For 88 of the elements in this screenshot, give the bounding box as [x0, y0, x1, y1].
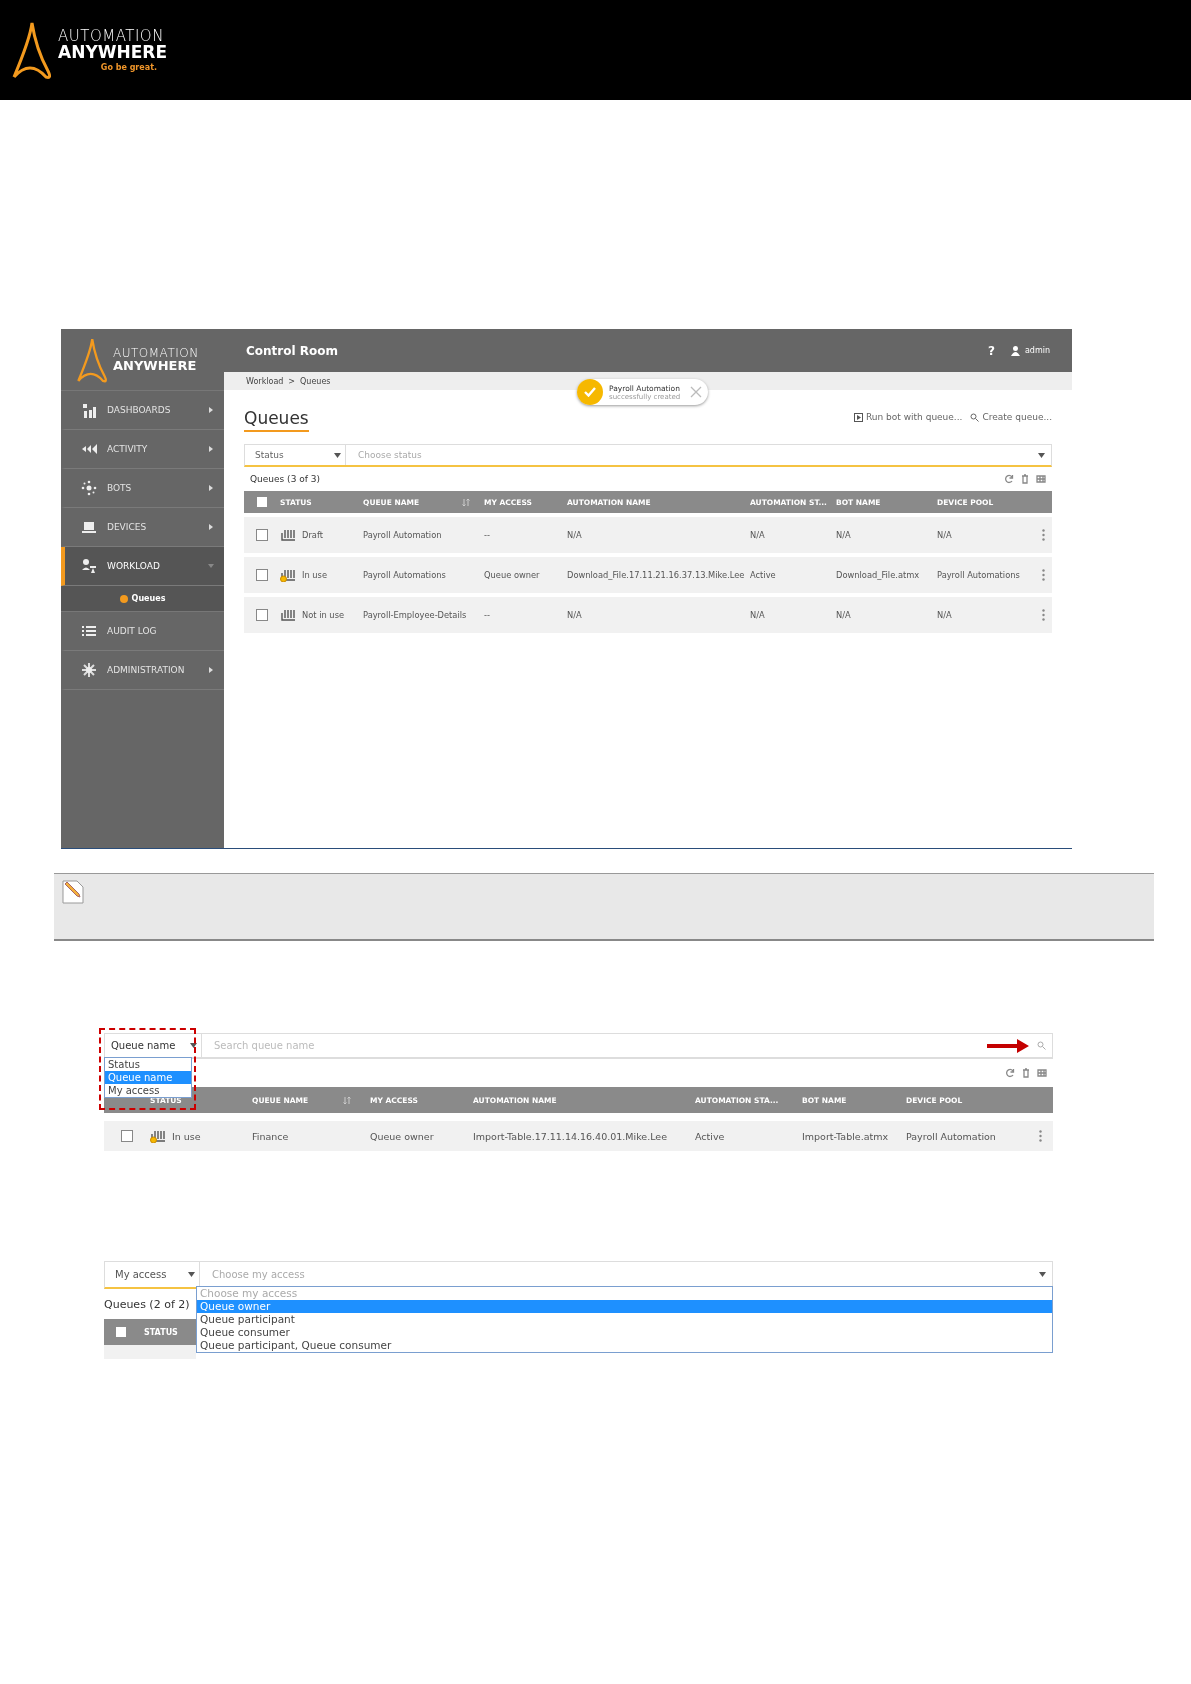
queue-count: Queues (3 of 3): [250, 474, 320, 484]
table-cell: Not in use: [302, 610, 345, 620]
table-cell-text: Payroll Automations: [937, 570, 1021, 580]
play-icon: [854, 412, 863, 422]
brand-name: AUTOMATION: [58, 28, 165, 44]
trash-icon[interactable]: [1021, 1068, 1031, 1078]
nav-icon: [81, 662, 97, 678]
breadcrumb-link[interactable]: Workload: [246, 376, 284, 386]
table-cell-text: Queue owner: [484, 570, 541, 580]
dropdown-option[interactable]: Choose my access: [197, 1287, 1052, 1300]
nav-subitem[interactable]: Queues: [61, 586, 224, 612]
row-checkbox[interactable]: [256, 569, 268, 581]
column-header[interactable]: STATUS: [144, 1327, 178, 1337]
brand-name: ANYWHERE: [113, 359, 198, 372]
select-all-checkbox[interactable]: [257, 497, 267, 507]
table-cell-text: --: [484, 530, 491, 540]
nav-item[interactable]: DASHBOARDS: [61, 391, 224, 430]
dropdown-option[interactable]: Queue owner: [197, 1300, 1052, 1313]
help-link[interactable]: ?: [987, 343, 995, 358]
nav-item[interactable]: AUDIT LOG: [61, 612, 224, 651]
table-cell-text: Finance: [252, 1130, 290, 1142]
brand-name: AUTOMATION: [113, 347, 199, 359]
table-cell: Draft: [302, 530, 323, 540]
grid-icon[interactable]: [1037, 1068, 1047, 1078]
dropdown-option[interactable]: Queue name: [105, 1071, 191, 1084]
table-cell-text: Payroll Automation: [906, 1130, 997, 1142]
nav-icon: [81, 558, 97, 574]
table-cell-text: Import-Table.atmx: [802, 1130, 890, 1142]
table-cell-text: N/A: [567, 610, 583, 620]
action-link[interactable]: Create queue...: [970, 412, 1052, 422]
table-cell-text: N/A: [567, 530, 583, 540]
table-cell-text: N/A: [937, 530, 953, 540]
close-icon[interactable]: [690, 386, 703, 398]
table-cell: In use: [302, 570, 328, 580]
magnifier-icon: [970, 412, 980, 422]
more-icon[interactable]: [1042, 609, 1045, 621]
sort-icon[interactable]: [343, 1095, 351, 1105]
more-icon[interactable]: [1042, 569, 1045, 581]
page-title: Queues: [244, 408, 309, 432]
table-cell-text: N/A: [836, 530, 852, 540]
row-checkbox[interactable]: [256, 529, 268, 541]
more-icon[interactable]: [1038, 1130, 1042, 1142]
table-cell-text: Payroll Automations: [363, 570, 447, 580]
table-cell-text: Payroll Automation: [363, 530, 443, 540]
table-cell-text: Download_File.17.11.21.16.37.13.Mike.Lee: [567, 570, 746, 580]
dropdown-option[interactable]: Status: [105, 1058, 191, 1071]
nav-icon: [81, 519, 97, 535]
refresh-icon[interactable]: [1004, 474, 1014, 484]
row-checkbox[interactable]: [121, 1130, 133, 1142]
grid-icon[interactable]: [1036, 474, 1046, 484]
table-cell-text: Import-Table.17.11.14.16.40.01.Mike.Lee: [473, 1130, 668, 1142]
dropdown-option[interactable]: Queue participant: [197, 1313, 1052, 1326]
user-menu[interactable]: admin: [1010, 345, 1050, 356]
dropdown-option[interactable]: Queue consumer: [197, 1326, 1052, 1339]
brand-name: ANYWHERE: [58, 43, 167, 61]
table-cell-text: Download_File.atmx: [836, 570, 921, 580]
user-icon: [1010, 345, 1020, 356]
dropdown-option[interactable]: My access: [105, 1084, 191, 1097]
nav-icon: [81, 402, 97, 418]
more-icon[interactable]: [1042, 529, 1045, 541]
tagline: Go be great.: [100, 63, 157, 72]
select-all-checkbox[interactable]: [116, 1327, 126, 1337]
app-title: Control Room: [246, 343, 339, 358]
refresh-icon[interactable]: [1005, 1068, 1015, 1078]
queue-count: Queues (2 of 2): [104, 1297, 190, 1311]
note-icon: [62, 880, 84, 904]
table-cell-text: --: [484, 610, 491, 620]
nav-item[interactable]: WORKLOAD: [61, 547, 224, 586]
nav-item[interactable]: BOTS: [61, 469, 224, 508]
table-cell-text: N/A: [937, 610, 953, 620]
nav-icon: [81, 480, 97, 496]
trash-icon[interactable]: [1020, 474, 1030, 484]
check-icon: [577, 379, 603, 405]
table-cell: In use: [172, 1130, 201, 1142]
sort-icon[interactable]: [462, 497, 470, 507]
breadcrumb-separator: >: [288, 376, 296, 386]
table-cell-text: N/A: [750, 530, 766, 540]
table-cell-text: Active: [750, 570, 777, 580]
table-cell-text: N/A: [750, 610, 766, 620]
row-checkbox[interactable]: [256, 609, 268, 621]
nav-item[interactable]: ACTIVITY: [61, 430, 224, 469]
action-link[interactable]: Run bot with queue...: [854, 412, 963, 422]
nav-icon: [81, 623, 97, 639]
nav-item[interactable]: ADMINISTRATION: [61, 651, 224, 690]
table-cell-text: Queue owner: [370, 1130, 435, 1142]
table-cell-text: Active: [695, 1130, 726, 1142]
dropdown-option[interactable]: Queue participant, Queue consumer: [197, 1339, 1052, 1352]
table-cell-text: N/A: [836, 610, 852, 620]
